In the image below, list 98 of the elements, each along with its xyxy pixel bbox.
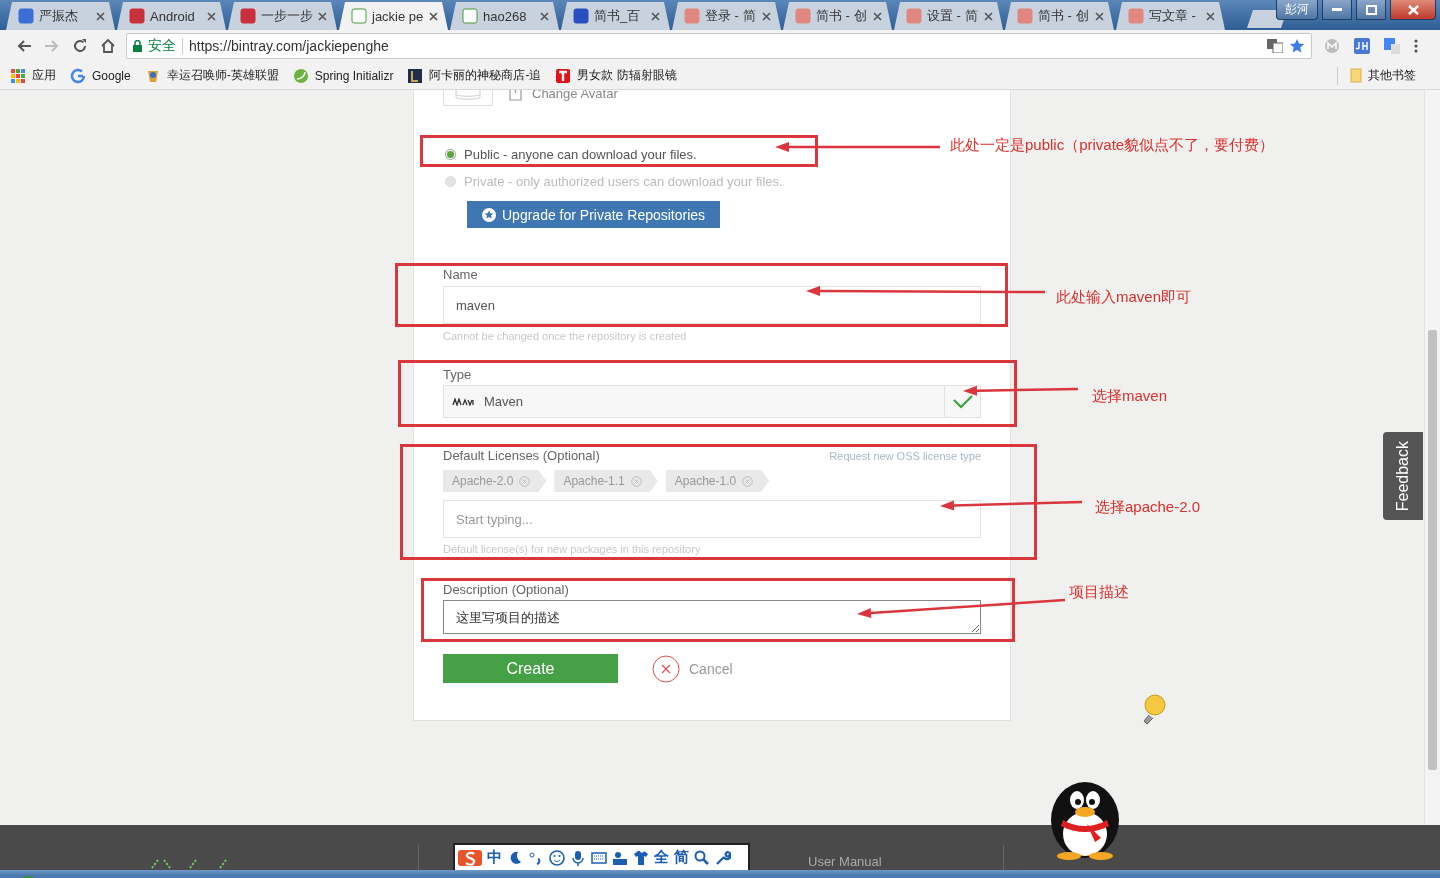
favicon-icon	[129, 8, 145, 24]
minimize-button[interactable]	[1322, 0, 1352, 20]
favicon-icon	[240, 8, 256, 24]
footer-link[interactable]: User Manual	[808, 854, 882, 869]
bookmark-item[interactable]: 应用	[10, 67, 56, 84]
favicon-icon	[292, 67, 309, 84]
reload-icon[interactable]	[72, 38, 88, 54]
wrench-icon[interactable]	[715, 849, 731, 866]
close-icon[interactable]	[96, 11, 105, 21]
apps-grid-icon	[10, 67, 26, 84]
field-label: Default Licenses (Optional)	[443, 448, 600, 464]
bookmark-item[interactable]: 幸运召唤师-英雄联盟	[144, 67, 279, 84]
feedback-tab[interactable]: Feedback	[1383, 432, 1423, 520]
browser-tab[interactable]: jackie pe	[339, 2, 448, 30]
security-label: 安全	[148, 37, 176, 55]
favicon-icon	[351, 8, 367, 24]
microphone-icon[interactable]	[570, 849, 586, 866]
favicon-icon	[18, 8, 34, 24]
close-icon[interactable]	[540, 11, 549, 21]
favicon-icon	[462, 8, 478, 24]
maven-logo-icon	[452, 397, 476, 406]
browser-tab[interactable]: 简书 - 创	[783, 2, 892, 30]
radio-button[interactable]	[445, 148, 456, 160]
full-width-toggle[interactable]: 全	[654, 848, 669, 867]
favicon-icon	[1128, 8, 1144, 24]
url-text: https://bintray.com/jackiepenghe	[189, 38, 390, 54]
home-icon[interactable]	[100, 38, 116, 54]
favicon-icon	[684, 8, 700, 24]
browser-tab[interactable]: 设置 - 简	[894, 2, 1003, 30]
annotation-note: 选择maven	[1092, 387, 1168, 405]
favicon-icon	[1017, 8, 1033, 24]
browser-tab[interactable]: 写文章 -	[1116, 2, 1225, 30]
close-icon[interactable]	[762, 11, 771, 21]
lock-icon	[133, 40, 142, 52]
back-icon[interactable]	[16, 38, 32, 54]
script-toggle[interactable]: 简	[674, 848, 689, 867]
maximize-button[interactable]	[1356, 0, 1386, 20]
folder-icon	[1350, 68, 1362, 83]
scrollbar-thumb[interactable]	[1428, 330, 1437, 770]
translate-icon[interactable]	[1267, 39, 1283, 53]
star-circle-icon	[482, 207, 496, 222]
smiley-icon[interactable]	[549, 849, 565, 866]
browser-tab[interactable]: 简书_百	[561, 2, 670, 30]
star-icon[interactable]	[1289, 38, 1305, 54]
shirt-icon[interactable]	[633, 849, 649, 866]
extension-icon[interactable]	[1354, 38, 1370, 54]
bookmark-item[interactable]: Google	[70, 67, 131, 84]
close-icon[interactable]	[984, 11, 993, 21]
browser-tab[interactable]: 简书 - 创	[1005, 2, 1114, 30]
close-icon[interactable]	[1095, 11, 1104, 21]
close-icon[interactable]	[429, 11, 438, 21]
favicon-icon	[795, 8, 811, 24]
annotation-note: 项目描述	[1069, 583, 1129, 601]
close-icon[interactable]	[318, 11, 327, 21]
field-label: Type	[443, 367, 473, 383]
close-icon[interactable]	[207, 11, 216, 21]
bookmark-folder[interactable]: 其他书签	[1350, 67, 1416, 84]
scrollbar[interactable]	[1424, 90, 1440, 825]
minimize-icon	[1332, 7, 1342, 12]
favicon-icon	[407, 67, 424, 84]
favicon-icon	[906, 8, 922, 24]
description-field[interactable]: 这里写项目的描述	[443, 600, 981, 634]
annotation-note: 选择apache-2.0	[1095, 498, 1201, 516]
browser-tab[interactable]: Android	[117, 2, 226, 30]
sogou-logo-icon[interactable]	[458, 849, 482, 866]
upgrade-button[interactable]: Upgrade for Private Repositories	[467, 201, 721, 228]
browser-tab[interactable]: hao268	[450, 2, 559, 30]
upload-icon	[509, 90, 522, 101]
maximize-icon	[1365, 4, 1377, 15]
search-icon[interactable]	[694, 849, 710, 866]
browser-tab[interactable]: 一步一步	[228, 2, 337, 30]
browser-tab[interactable]: 严振杰	[6, 2, 115, 30]
bookmark-item[interactable]: Spring Initializr	[292, 67, 394, 84]
menu-icon[interactable]	[1414, 38, 1418, 54]
browser-tab[interactable]: 登录 - 简	[672, 2, 781, 30]
bookmark-item[interactable]: 男女款 防辐射眼镜	[555, 67, 677, 84]
input-mode-toggle[interactable]: 中	[487, 848, 502, 867]
close-icon[interactable]	[651, 11, 660, 21]
close-window-button[interactable]	[1390, 0, 1436, 20]
close-icon[interactable]	[1206, 11, 1215, 21]
address-bar[interactable]: 安全 https://bintray.com/jackiepenghe	[126, 33, 1312, 59]
close-icon	[1407, 4, 1419, 15]
favicon-icon	[573, 8, 589, 24]
license-search-field[interactable]: Start typing...	[443, 500, 981, 538]
annotation-note: 此处输入maven即可	[1056, 288, 1192, 306]
annotation-note: 此处一定是public（private貌似点不了，要付费）	[950, 136, 1275, 154]
favicon-icon	[70, 67, 86, 84]
field-label: Description (Optional)	[443, 582, 570, 598]
translate-extension-icon[interactable]	[1384, 38, 1400, 54]
favicon-icon	[555, 67, 572, 84]
cancel-circle-icon	[652, 654, 680, 683]
bookmark-item[interactable]: 阿卡丽的神秘商店-追	[407, 67, 542, 84]
close-icon[interactable]	[873, 11, 882, 21]
keyboard-icon[interactable]	[591, 849, 607, 866]
field-label: Name	[443, 267, 479, 283]
type-select[interactable]: Maven	[443, 385, 981, 418]
name-field[interactable]: maven	[443, 286, 981, 324]
user-badge-icon[interactable]	[612, 849, 628, 866]
